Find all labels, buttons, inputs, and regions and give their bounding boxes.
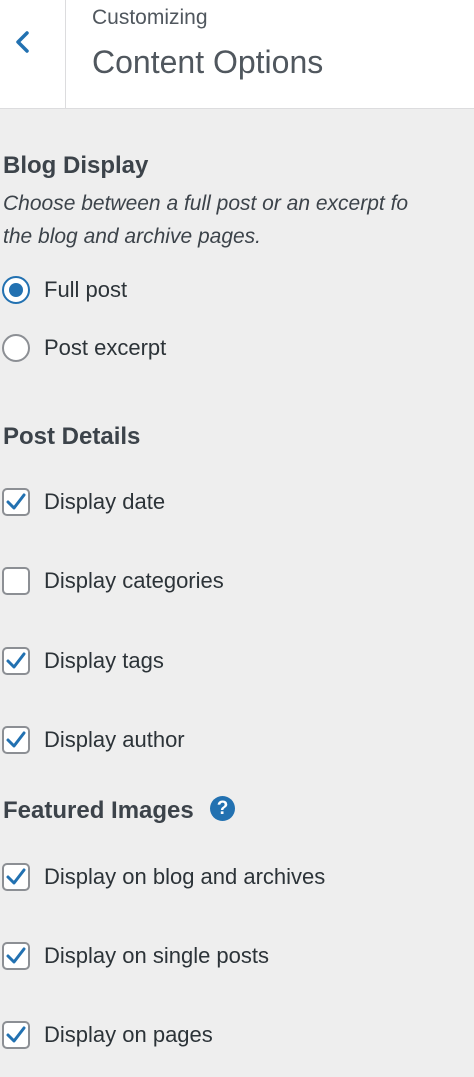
checkbox[interactable] bbox=[2, 567, 30, 595]
checkbox[interactable] bbox=[2, 726, 30, 754]
radio-label[interactable]: Full post bbox=[44, 277, 127, 303]
checkbox[interactable] bbox=[2, 1021, 30, 1049]
checkmark-icon bbox=[6, 493, 26, 510]
checkbox[interactable] bbox=[2, 863, 30, 891]
checkbox-display-on-single-posts[interactable]: Display on single posts bbox=[2, 941, 269, 971]
checkbox-label[interactable]: Display tags bbox=[44, 648, 164, 674]
description-line-2: the blog and archive pages. bbox=[3, 225, 262, 248]
blog-display-title: Blog Display bbox=[3, 152, 149, 179]
checkmark-icon bbox=[6, 1026, 26, 1043]
radio-label[interactable]: Post excerpt bbox=[44, 335, 166, 361]
checkbox-display-categories[interactable]: Display categories bbox=[2, 566, 224, 596]
checkbox-label[interactable]: Display author bbox=[44, 727, 185, 753]
checkbox-label[interactable]: Display on blog and archives bbox=[44, 864, 325, 890]
checkbox[interactable] bbox=[2, 942, 30, 970]
checkbox-display-author[interactable]: Display author bbox=[2, 725, 185, 755]
checkbox-display-on-pages[interactable]: Display on pages bbox=[2, 1020, 213, 1050]
checkbox[interactable] bbox=[2, 488, 30, 516]
help-icon[interactable]: ? bbox=[210, 796, 235, 821]
customizing-label: Customizing bbox=[92, 6, 208, 29]
customizer-header: Customizing Content Options bbox=[0, 0, 474, 109]
blog-display-description: Choose between a full post or an excerpt… bbox=[3, 187, 474, 253]
checkbox-display-date[interactable]: Display date bbox=[2, 487, 165, 517]
radio-button[interactable] bbox=[2, 334, 30, 362]
checkbox-label[interactable]: Display categories bbox=[44, 568, 224, 594]
post-details-title: Post Details bbox=[3, 423, 141, 450]
chevron-left-icon bbox=[16, 31, 29, 53]
checkbox[interactable] bbox=[2, 647, 30, 675]
radio-post-excerpt[interactable]: Post excerpt bbox=[2, 333, 166, 363]
description-line-1: Choose between a full post or an excerpt… bbox=[3, 192, 409, 215]
checkbox-label[interactable]: Display on single posts bbox=[44, 943, 269, 969]
back-button[interactable] bbox=[0, 0, 66, 108]
radio-full-post[interactable]: Full post bbox=[2, 275, 127, 305]
checkbox-display-on-blog-archives[interactable]: Display on blog and archives bbox=[2, 862, 325, 892]
panel-title: Content Options bbox=[92, 44, 324, 80]
checkbox-display-tags[interactable]: Display tags bbox=[2, 646, 164, 676]
checkmark-icon bbox=[6, 947, 26, 964]
checkmark-icon bbox=[6, 868, 26, 885]
radio-button[interactable] bbox=[2, 276, 30, 304]
checkmark-icon bbox=[6, 731, 26, 748]
checkmark-icon bbox=[6, 652, 26, 669]
checkbox-label[interactable]: Display on pages bbox=[44, 1022, 213, 1048]
checkbox-label[interactable]: Display date bbox=[44, 489, 165, 515]
featured-images-title: Featured Images bbox=[3, 797, 194, 824]
